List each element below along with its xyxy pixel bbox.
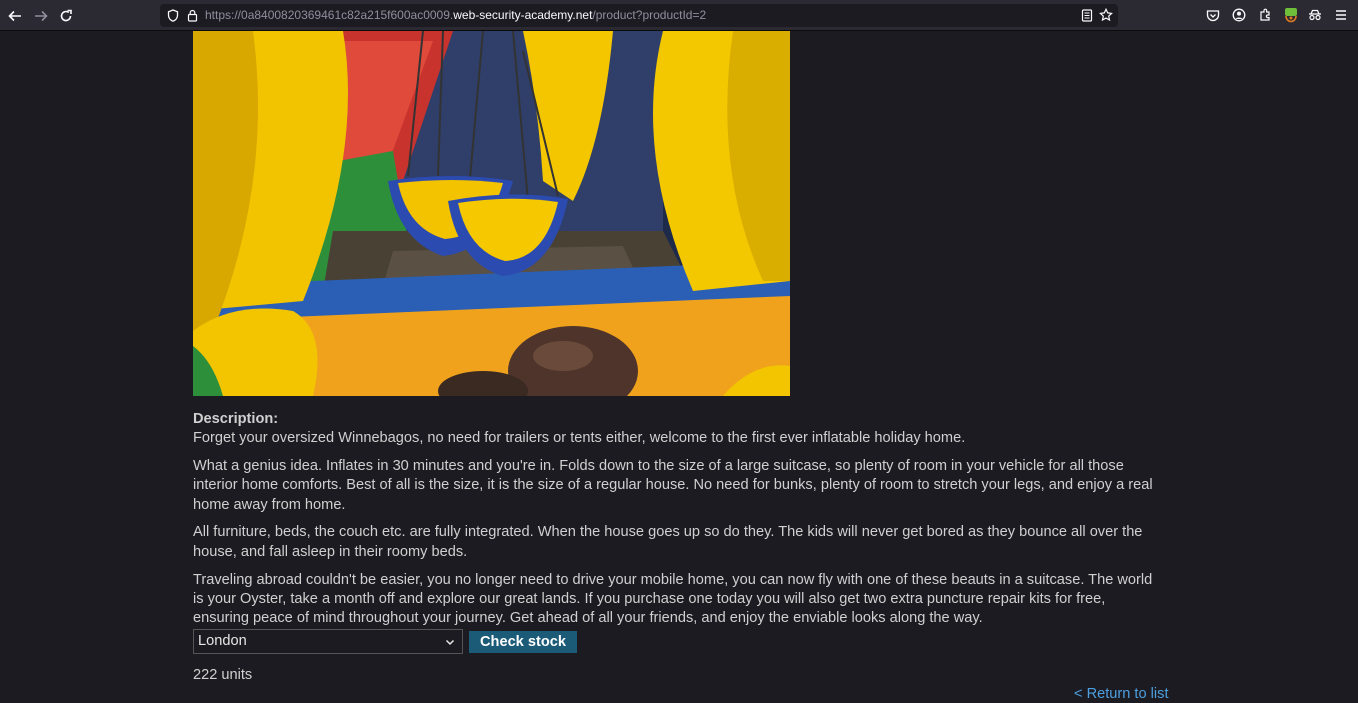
url-domain: web-security-academy.net bbox=[453, 8, 593, 22]
product-image bbox=[193, 31, 790, 396]
check-stock-button[interactable]: Check stock bbox=[469, 631, 577, 653]
arrow-left-icon bbox=[8, 10, 21, 22]
store-select-value: London bbox=[198, 633, 247, 649]
url-prefix: https://0a8400820369461c82a215f600ac0009… bbox=[205, 8, 454, 22]
url-path: /product?productId=2 bbox=[592, 8, 707, 22]
star-icon[interactable] bbox=[1098, 7, 1114, 23]
description-paragraph: Forget your oversized Winnebagos, no nee… bbox=[193, 430, 966, 447]
url-text[interactable]: https://0a8400820369461c82a215f600ac0009… bbox=[205, 8, 706, 22]
description-label: Description: bbox=[193, 411, 279, 427]
address-bar[interactable]: https://0a8400820369461c82a215f600ac0009… bbox=[160, 4, 1118, 27]
burp-extension-icon[interactable] bbox=[1282, 6, 1300, 24]
forward-button[interactable] bbox=[30, 5, 52, 27]
reload-button[interactable] bbox=[55, 5, 77, 27]
description-paragraph: All furniture, beds, the couch etc. are … bbox=[193, 524, 1143, 560]
product-description: Description: Forget your oversized Winne… bbox=[193, 410, 1163, 637]
browser-toolbar: https://0a8400820369461c82a215f600ac0009… bbox=[0, 0, 1358, 31]
description-paragraph: What a genius idea. Inflates in 30 minut… bbox=[193, 458, 1153, 513]
shield-icon[interactable] bbox=[165, 7, 181, 23]
lock-icon[interactable] bbox=[184, 7, 200, 23]
account-icon[interactable] bbox=[1230, 6, 1248, 24]
chevron-down-icon bbox=[445, 639, 455, 646]
pocket-icon[interactable] bbox=[1204, 6, 1222, 24]
incognito-icon[interactable] bbox=[1306, 6, 1324, 24]
description-paragraph: Traveling abroad couldn't be easier, you… bbox=[193, 571, 1153, 627]
extensions-icon[interactable] bbox=[1256, 6, 1274, 24]
stock-result: 222 units bbox=[193, 667, 253, 683]
reader-view-icon[interactable] bbox=[1079, 7, 1095, 23]
hamburger-menu-icon[interactable] bbox=[1332, 6, 1350, 24]
return-to-list-link[interactable]: < Return to list bbox=[1074, 686, 1169, 702]
arrow-right-icon bbox=[35, 10, 48, 22]
reload-icon bbox=[60, 9, 72, 22]
store-select[interactable]: London bbox=[193, 629, 463, 654]
back-button[interactable] bbox=[4, 5, 26, 27]
